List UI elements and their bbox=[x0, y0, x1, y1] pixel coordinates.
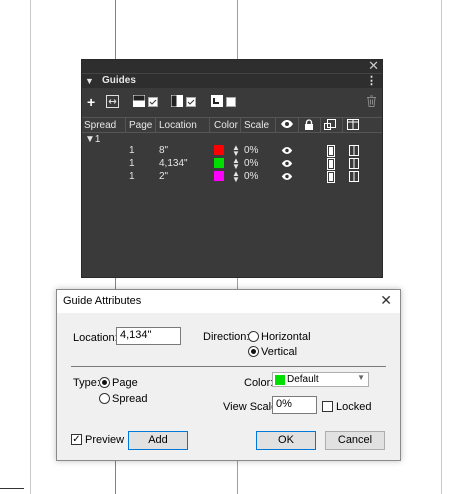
page-toggle-icon[interactable] bbox=[349, 171, 359, 185]
snap-guide-icon[interactable] bbox=[211, 95, 223, 109]
header-page[interactable]: Page bbox=[129, 120, 152, 131]
snap-check-icon[interactable] bbox=[226, 95, 236, 109]
header-page-icon[interactable] bbox=[347, 119, 359, 133]
magenta-swatch[interactable] bbox=[214, 171, 224, 181]
chevron-down-icon[interactable]: ▼ bbox=[357, 373, 365, 382]
row-page: 1 bbox=[129, 145, 135, 156]
dialog-title: Guide Attributes bbox=[63, 295, 142, 307]
panel-topbar: ✕ bbox=[82, 59, 382, 73]
page-edge-line bbox=[441, 0, 442, 494]
header-color[interactable]: Color bbox=[214, 120, 238, 131]
cancel-button[interactable]: Cancel bbox=[325, 431, 385, 450]
add-button[interactable]: Add bbox=[128, 431, 188, 450]
dialog-divider bbox=[71, 366, 386, 367]
preview-checkbox-label[interactable]: Preview bbox=[85, 434, 124, 446]
page-toggle-icon[interactable] bbox=[349, 158, 359, 172]
row-page: 1 bbox=[129, 158, 135, 169]
row-scale: 0% bbox=[244, 145, 259, 156]
spread-radio[interactable] bbox=[99, 393, 110, 404]
header-lock-icon[interactable] bbox=[304, 119, 314, 133]
page-radio[interactable] bbox=[99, 377, 110, 388]
spread-radio-label[interactable]: Spread bbox=[112, 393, 147, 405]
ok-button[interactable]: OK bbox=[256, 431, 316, 450]
visibility-icon[interactable] bbox=[281, 172, 293, 184]
page-toggle-icon[interactable] bbox=[349, 145, 359, 159]
horizontal-guide-icon[interactable] bbox=[133, 95, 145, 109]
color-select-value: Default bbox=[287, 374, 319, 385]
location-label: Location: bbox=[73, 332, 118, 344]
trash-icon[interactable] bbox=[366, 95, 377, 109]
row-location: 8" bbox=[159, 145, 169, 156]
color-label: Color: bbox=[244, 377, 274, 389]
header-visibility-icon[interactable] bbox=[280, 119, 294, 132]
dialog-titlebar[interactable]: Guide Attributes ✕ bbox=[57, 290, 400, 313]
preview-checkbox[interactable]: ✓ bbox=[71, 434, 82, 445]
row-page: 1 bbox=[129, 171, 135, 182]
panel-toolbar: + bbox=[82, 90, 382, 116]
vertical-check-icon[interactable] bbox=[186, 95, 196, 109]
collapse-triangle-icon[interactable]: ▼ bbox=[85, 74, 94, 88]
row-location: 4,134" bbox=[159, 158, 188, 169]
fit-guide-icon[interactable] bbox=[106, 95, 119, 109]
row-scale: 0% bbox=[244, 171, 259, 182]
page-edge-line-left bbox=[30, 0, 31, 494]
color-select[interactable]: Default ▼ bbox=[272, 372, 369, 387]
green-swatch[interactable] bbox=[214, 158, 224, 168]
header-spread[interactable]: Spread bbox=[84, 120, 116, 131]
header-layer-icon[interactable] bbox=[324, 119, 336, 133]
locked-checkbox[interactable] bbox=[322, 401, 333, 412]
horizontal-check-icon[interactable] bbox=[148, 95, 158, 109]
panel-title: Guides bbox=[102, 75, 136, 86]
direction-label: Direction: bbox=[203, 331, 250, 343]
panel-titlebar: ▼ Guides ⋮ bbox=[82, 73, 382, 88]
locked-checkbox-label[interactable]: Locked bbox=[336, 401, 371, 413]
guide-row[interactable]: 1 2" ▲ ▼ 0% bbox=[82, 170, 382, 186]
header-scale[interactable]: Scale bbox=[244, 120, 269, 131]
visibility-icon[interactable] bbox=[281, 146, 293, 158]
vertical-radio[interactable] bbox=[248, 346, 259, 357]
spread-group-row[interactable]: ▼1 bbox=[85, 134, 100, 145]
row-scale: 0% bbox=[244, 158, 259, 169]
type-label: Type: bbox=[73, 377, 100, 389]
page-radio-label[interactable]: Page bbox=[112, 377, 138, 389]
horizontal-radio-label[interactable]: Horizontal bbox=[261, 331, 311, 343]
close-icon[interactable]: ✕ bbox=[380, 292, 392, 309]
close-icon[interactable]: ✕ bbox=[368, 59, 379, 72]
color-select-swatch bbox=[275, 375, 285, 385]
red-swatch[interactable] bbox=[214, 145, 224, 155]
vertical-guide-icon[interactable] bbox=[171, 95, 183, 109]
panel-menu-icon[interactable]: ⋮ bbox=[366, 74, 377, 88]
row-location: 2" bbox=[159, 171, 169, 182]
vertical-radio-label[interactable]: Vertical bbox=[261, 346, 297, 358]
scale-stepper-icon[interactable]: ▲ ▼ bbox=[232, 170, 240, 184]
horizontal-radio[interactable] bbox=[248, 331, 259, 342]
guide-attributes-dialog: Guide Attributes ✕ Location: 4,134" Dire… bbox=[56, 289, 401, 461]
add-guide-icon[interactable]: + bbox=[87, 95, 95, 109]
guides-table-header: Spread Page Location Color Scale bbox=[82, 117, 382, 133]
header-location[interactable]: Location bbox=[159, 120, 197, 131]
layer-toggle-icon[interactable] bbox=[327, 171, 335, 186]
view-scale-input[interactable]: 0% bbox=[272, 396, 317, 414]
visibility-icon[interactable] bbox=[281, 159, 293, 171]
guides-panel: ✕ ▼ Guides ⋮ + Spread Page Location Colo… bbox=[81, 59, 383, 278]
location-input[interactable]: 4,134" bbox=[116, 327, 181, 345]
bottom-guide-line bbox=[0, 488, 24, 489]
